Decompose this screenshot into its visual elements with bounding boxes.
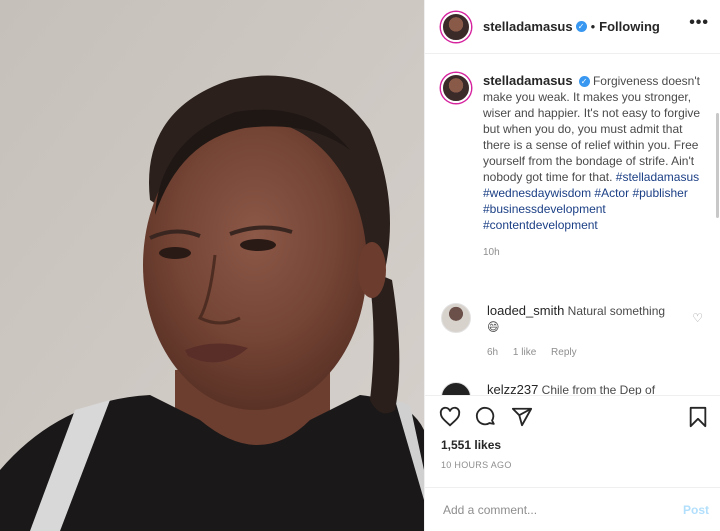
commenter-username[interactable]: loaded_smith	[487, 303, 564, 318]
hashtag-link[interactable]: #businessdevelopment	[483, 202, 606, 216]
comment-text: Chile from the Dep of	[541, 383, 656, 395]
instagram-post-modal: stelladamasus ✓ • Following ••• stellada…	[0, 0, 720, 531]
comment-item: kelzz237 Chile from the Dep of	[441, 382, 711, 395]
comments-scroll-area[interactable]: stelladamasus ✓ Forgiveness doesn't make …	[425, 55, 720, 395]
action-icons	[439, 406, 533, 428]
scrollbar-thumb[interactable]	[716, 113, 719, 218]
caption: stelladamasus ✓ Forgiveness doesn't make …	[441, 73, 711, 261]
more-options-icon[interactable]: •••	[689, 14, 709, 32]
author-avatar[interactable]	[441, 11, 471, 42]
caption-age[interactable]: 10h	[483, 245, 701, 261]
hashtag-link[interactable]: #stelladamasus	[616, 170, 699, 184]
comment-likes[interactable]: 1 like	[513, 347, 536, 358]
comment-meta: 6h 1 like Reply	[487, 345, 677, 361]
commenter-avatar[interactable]	[441, 303, 471, 333]
heart-icon[interactable]	[439, 406, 461, 428]
verified-badge-icon: ✓	[575, 21, 587, 32]
comment-text-block: kelzz237 Chile from the Dep of	[487, 382, 677, 395]
separator-dot: •	[590, 19, 596, 34]
comment-text-block: loaded_smith Natural something 😄 6h 1 li…	[487, 303, 677, 361]
like-count[interactable]: 1,551 likes	[441, 438, 501, 452]
post-actions: 1,551 likes 10 HOURS AGO	[425, 395, 720, 496]
comment-age[interactable]: 6h	[487, 347, 498, 358]
post-comment-button[interactable]: Post	[683, 503, 709, 517]
following-button[interactable]: Following	[599, 19, 660, 34]
bookmark-icon[interactable]	[687, 406, 709, 428]
caption-username[interactable]: stelladamasus	[483, 73, 573, 88]
reply-button[interactable]: Reply	[551, 347, 577, 358]
comment-icon[interactable]	[475, 406, 497, 428]
portrait-image	[0, 0, 424, 531]
post-photo[interactable]	[0, 0, 424, 531]
caption-text: Forgiveness doesn't make you weak. It ma…	[483, 74, 701, 184]
commenter-avatar[interactable]	[441, 382, 471, 395]
like-comment-heart-icon[interactable]: ♡	[692, 311, 703, 325]
comment-input[interactable]	[441, 501, 665, 518]
comment-item: loaded_smith Natural something 😄 6h 1 li…	[441, 303, 711, 361]
caption-text-block: stelladamasus ✓ Forgiveness doesn't make …	[483, 73, 701, 261]
post-timestamp[interactable]: 10 HOURS AGO	[441, 460, 512, 470]
post-details-panel: stelladamasus ✓ • Following ••• stellada…	[424, 0, 720, 531]
post-header: stelladamasus ✓ • Following •••	[425, 0, 720, 54]
commenter-username[interactable]: kelzz237	[487, 382, 538, 395]
caption-avatar[interactable]	[441, 73, 471, 103]
hashtag-link[interactable]: #contentdevelopment	[483, 218, 598, 232]
verified-badge-icon: ✓	[578, 76, 590, 87]
author-username[interactable]: stelladamasus	[483, 19, 573, 34]
hashtag-link[interactable]: #wednesdaywisdom	[483, 186, 591, 200]
hashtag-link[interactable]: #Actor	[594, 186, 629, 200]
add-comment-bar: Post	[425, 487, 720, 531]
hashtag-link[interactable]: #publisher	[632, 186, 687, 200]
share-icon[interactable]	[511, 406, 533, 428]
